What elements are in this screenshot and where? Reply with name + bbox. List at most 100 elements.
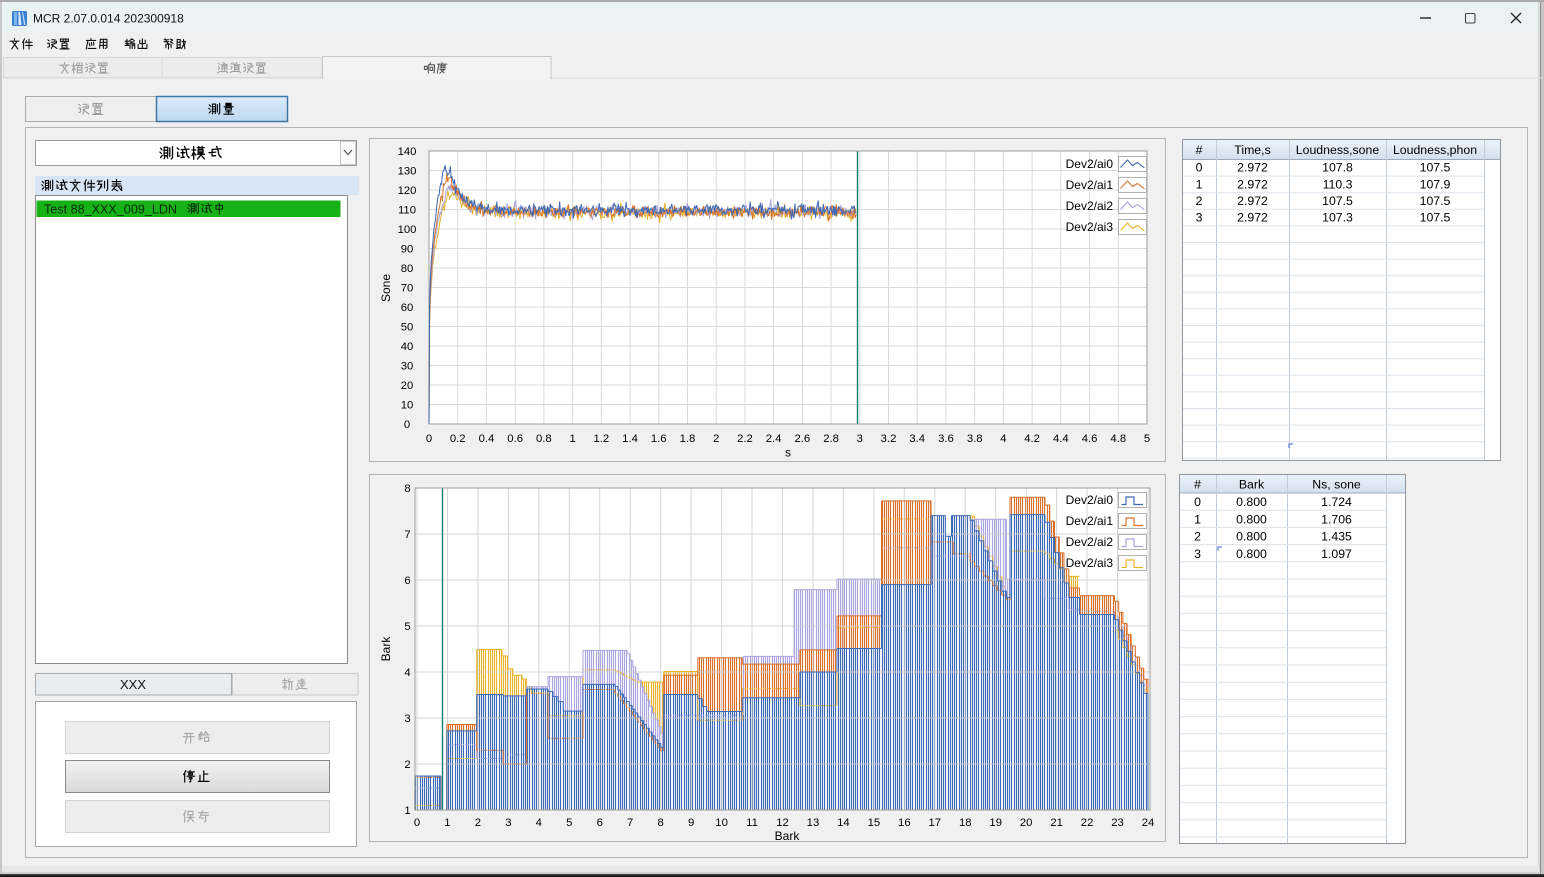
svg-text:Dev2/ai2: Dev2/ai2 <box>1066 199 1114 213</box>
svg-text:2.972: 2.972 <box>1237 194 1268 208</box>
svg-text:1.2: 1.2 <box>593 433 609 445</box>
svg-text:3.8: 3.8 <box>967 433 983 445</box>
svg-text:2.972: 2.972 <box>1237 211 1268 225</box>
svg-text:0.800: 0.800 <box>1236 547 1267 561</box>
svg-text:1.097: 1.097 <box>1321 547 1352 561</box>
svg-text:Test 88_XXX_009_LDN: Test 88_XXX_009_LDN <box>44 203 177 217</box>
svg-text:24: 24 <box>1142 817 1155 829</box>
svg-text:Loudness,sone: Loudness,sone <box>1296 143 1380 157</box>
svg-text:110.3: 110.3 <box>1323 177 1353 191</box>
svg-text:2: 2 <box>475 817 481 829</box>
svg-text:1.8: 1.8 <box>680 433 696 445</box>
svg-text:2.972: 2.972 <box>1237 161 1268 175</box>
svg-text:107.5: 107.5 <box>1322 194 1353 208</box>
svg-text:2.8: 2.8 <box>823 433 839 445</box>
svg-text:40: 40 <box>401 341 414 353</box>
svg-text:9: 9 <box>688 817 694 829</box>
svg-text:20: 20 <box>1020 817 1033 829</box>
svg-text:0.800: 0.800 <box>1236 530 1267 544</box>
svg-text:21: 21 <box>1050 817 1063 829</box>
svg-text:80: 80 <box>401 263 414 275</box>
svg-text:1: 1 <box>1194 512 1201 526</box>
svg-text:22: 22 <box>1081 817 1094 829</box>
svg-text:107.9: 107.9 <box>1420 177 1451 191</box>
svg-text:60: 60 <box>401 302 414 314</box>
svg-text:3.4: 3.4 <box>909 433 925 445</box>
svg-text:0: 0 <box>1194 495 1201 509</box>
svg-text:#: # <box>1194 478 1201 492</box>
svg-text:3: 3 <box>857 433 863 445</box>
svg-text:1.4: 1.4 <box>622 433 638 445</box>
svg-text:Sone: Sone <box>379 274 393 302</box>
svg-text:18: 18 <box>959 817 972 829</box>
svg-text:Dev2/ai1: Dev2/ai1 <box>1066 178 1114 192</box>
svg-text:13: 13 <box>807 817 820 829</box>
svg-text:0.8: 0.8 <box>536 433 552 445</box>
svg-text:1.706: 1.706 <box>1321 512 1352 526</box>
svg-text:1: 1 <box>1196 177 1203 191</box>
svg-text:130: 130 <box>398 166 417 178</box>
svg-text:4.6: 4.6 <box>1082 433 1098 445</box>
svg-text:3.6: 3.6 <box>938 433 954 445</box>
svg-text:0: 0 <box>426 433 432 445</box>
svg-text:107.5: 107.5 <box>1420 194 1451 208</box>
svg-text:107.5: 107.5 <box>1420 211 1451 225</box>
svg-text:2.4: 2.4 <box>766 433 782 445</box>
svg-text:Dev2/ai2: Dev2/ai2 <box>1066 535 1114 549</box>
svg-text:2: 2 <box>1194 530 1201 544</box>
svg-text:2.6: 2.6 <box>795 433 811 445</box>
svg-text:4.2: 4.2 <box>1024 433 1040 445</box>
svg-text:Dev2/ai3: Dev2/ai3 <box>1066 556 1114 570</box>
svg-text:16: 16 <box>898 817 911 829</box>
svg-text:5: 5 <box>404 621 410 633</box>
svg-text:1: 1 <box>404 805 410 817</box>
svg-text:4: 4 <box>536 817 542 829</box>
svg-text:5: 5 <box>1144 433 1150 445</box>
svg-text:0: 0 <box>414 817 420 829</box>
svg-text:1.435: 1.435 <box>1321 530 1352 544</box>
svg-text:1: 1 <box>444 817 450 829</box>
svg-text:4: 4 <box>1000 433 1006 445</box>
svg-text:XXX: XXX <box>120 677 146 692</box>
svg-text:107.8: 107.8 <box>1322 161 1353 175</box>
svg-text:2.972: 2.972 <box>1237 177 1268 191</box>
svg-text:1.6: 1.6 <box>651 433 667 445</box>
svg-text:100: 100 <box>398 224 417 236</box>
svg-text:0: 0 <box>1196 161 1203 175</box>
svg-text:0.4: 0.4 <box>479 433 495 445</box>
svg-text:6: 6 <box>404 575 410 587</box>
svg-text:3: 3 <box>1194 547 1201 561</box>
svg-text:70: 70 <box>401 283 414 295</box>
svg-text:15: 15 <box>868 817 881 829</box>
svg-text:Bark: Bark <box>1239 478 1265 492</box>
svg-text:120: 120 <box>398 185 417 197</box>
svg-text:8: 8 <box>658 817 664 829</box>
svg-text:Dev2/ai0: Dev2/ai0 <box>1066 157 1114 171</box>
svg-text:107.3: 107.3 <box>1322 211 1353 225</box>
svg-text:30: 30 <box>401 361 414 373</box>
svg-text:3: 3 <box>1196 211 1203 225</box>
svg-text:Dev2/ai0: Dev2/ai0 <box>1066 493 1114 507</box>
svg-text:Bark: Bark <box>379 636 393 662</box>
svg-text:140: 140 <box>398 146 417 158</box>
svg-text:0.2: 0.2 <box>450 433 466 445</box>
svg-text:107.5: 107.5 <box>1420 161 1451 175</box>
svg-text:11: 11 <box>746 817 758 829</box>
svg-text:3.2: 3.2 <box>881 433 897 445</box>
svg-text:2: 2 <box>1196 194 1203 208</box>
svg-text:Ns, sone: Ns, sone <box>1312 478 1361 492</box>
svg-text:0: 0 <box>404 419 410 431</box>
svg-text:Dev2/ai1: Dev2/ai1 <box>1066 514 1114 528</box>
svg-text:3: 3 <box>404 713 410 725</box>
svg-text:4.8: 4.8 <box>1110 433 1126 445</box>
svg-text:MCR 2.07.0.014 202300918: MCR 2.07.0.014 202300918 <box>33 12 184 26</box>
svg-text:12: 12 <box>776 817 789 829</box>
svg-text:10: 10 <box>715 817 728 829</box>
svg-text:23: 23 <box>1111 817 1124 829</box>
svg-text:50: 50 <box>401 322 414 334</box>
svg-text:17: 17 <box>928 817 941 829</box>
svg-text:6: 6 <box>597 817 603 829</box>
svg-text:Time,s: Time,s <box>1234 143 1270 157</box>
svg-text:4.4: 4.4 <box>1053 433 1069 445</box>
svg-text:8: 8 <box>404 483 410 495</box>
